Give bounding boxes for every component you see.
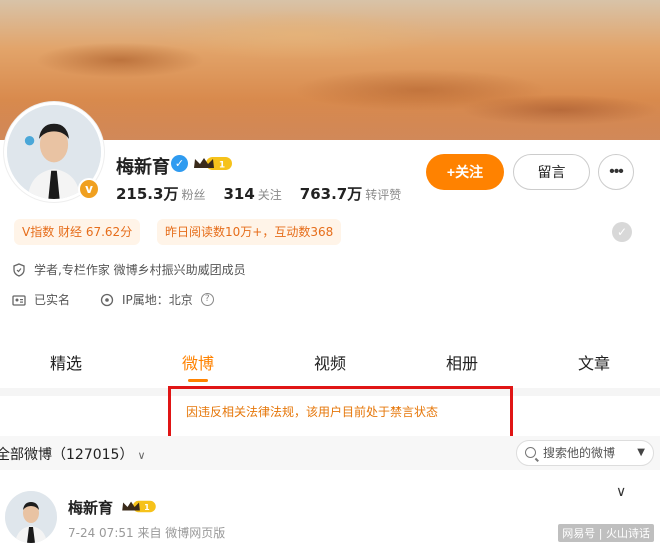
chevron-down-icon[interactable]: ∨ xyxy=(616,484,626,500)
profile-stats: 215.3万 粉丝 314 关注 763.7万 转评赞 xyxy=(116,183,401,204)
more-options-button[interactable]: ••• xyxy=(598,154,634,190)
ban-notice: 因违反相关法律法规，该用户目前处于禁言状态 xyxy=(186,405,439,419)
tab-weibo[interactable]: 微博 xyxy=(132,340,264,388)
location-icon xyxy=(100,293,114,306)
chevron-down-icon: ∨ xyxy=(137,449,146,462)
dropdown-arrow-icon[interactable]: ▼ xyxy=(637,441,645,465)
tab-album[interactable]: 相册 xyxy=(396,340,528,388)
message-button[interactable]: 留言 xyxy=(513,154,590,190)
stat-following[interactable]: 314 关注 xyxy=(223,185,281,203)
stat-label: 转评赞 xyxy=(365,188,402,202)
stat-likes: 763.7万 转评赞 xyxy=(300,183,401,204)
crown-level: 1 xyxy=(219,161,225,171)
v-index-tag[interactable]: V指数 财经 67.62分 xyxy=(14,219,141,245)
search-icon xyxy=(525,447,536,458)
crown-level: 1 xyxy=(144,503,150,512)
help-icon[interactable]: ? xyxy=(200,293,214,306)
search-input[interactable]: 搜索他的微博 ▼ xyxy=(516,440,654,466)
search-placeholder: 搜索他的微博 xyxy=(543,446,616,460)
all-posts-label: 全部微博（127015） xyxy=(0,447,134,463)
reading-stats-tag[interactable]: 昨日阅读数10万+，互动数368 xyxy=(157,219,342,245)
crown-icon: 1 xyxy=(194,157,232,171)
stat-value: 215.3万 xyxy=(116,185,179,203)
all-posts-filter[interactable]: 全部微博（127015） ∨ xyxy=(0,444,146,464)
post-avatar[interactable] xyxy=(5,491,57,543)
check-icon: ✓ xyxy=(612,222,632,242)
verified-icon: ✓ xyxy=(171,155,188,172)
ip-location-text: IP属地：北京 xyxy=(122,293,193,307)
post-meta: 7-24 07:51 来自 微博网页版 xyxy=(68,526,226,540)
watermark: 网易号 | 火山诗话 xyxy=(558,524,654,542)
cover-image xyxy=(0,0,660,140)
stat-label: 粉丝 xyxy=(181,188,206,202)
tab-featured[interactable]: 精选 xyxy=(0,340,132,388)
crown-icon: 1 xyxy=(122,500,156,513)
tab-articles[interactable]: 文章 xyxy=(528,340,660,388)
stat-label: 关注 xyxy=(257,188,282,202)
bio-text: 学者,专栏作家 微博乡村振兴助威团成员 xyxy=(34,263,246,277)
tab-video[interactable]: 视频 xyxy=(264,340,396,388)
stat-followers[interactable]: 215.3万 粉丝 xyxy=(116,183,205,204)
shield-icon xyxy=(13,262,25,277)
stat-value: 763.7万 xyxy=(299,185,363,203)
identity-row: 已实名 IP属地：北京 ? xyxy=(12,291,214,308)
profile-name: 梅新育 xyxy=(116,157,170,178)
weibo-profile-page: v 梅新育 ✓ 1 215.3万 粉丝 314 关注 763.7万 转评赞 +关注 留… xyxy=(0,0,660,550)
stat-value: 314 xyxy=(223,185,255,203)
follow-button[interactable]: +关注 xyxy=(426,154,504,190)
post-author[interactable]: 梅新育 xyxy=(68,497,113,518)
profile-tabs: 精选 微博 视频 相册 文章 xyxy=(0,340,660,388)
bio-row: 学者,专栏作家 微博乡村振兴助威团成员 xyxy=(12,261,246,278)
real-name-text: 已实名 xyxy=(34,293,71,307)
id-card-icon xyxy=(12,294,26,306)
verified-v-badge: v xyxy=(78,178,100,200)
